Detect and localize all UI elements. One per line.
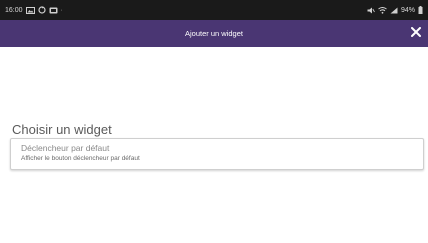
status-time: 16:00 [5, 6, 23, 14]
status-bar-left: 16:00 · [5, 6, 63, 14]
widget-description: Afficher le bouton déclencheur par défau… [21, 155, 140, 162]
status-dot: · [60, 6, 63, 14]
title-bar: Ajouter un widget [0, 20, 428, 47]
mute-icon [367, 7, 375, 14]
wifi-icon [378, 6, 387, 14]
page-title: Ajouter un widget [185, 29, 243, 38]
notification-icon [49, 7, 58, 14]
status-bar-right: 94% [367, 6, 423, 14]
close-icon [411, 27, 421, 37]
recycle-icon [37, 6, 46, 14]
section-title: Choisir un widget [12, 122, 112, 137]
battery-icon [418, 6, 423, 14]
signal-icon [390, 7, 398, 14]
widget-title: Déclencheur par défaut [21, 143, 110, 153]
status-bar: 16:00 · 94% [0, 0, 428, 20]
battery-percent: 94% [400, 6, 415, 14]
widget-item-default-trigger[interactable]: Déclencheur par défaut Afficher le bouto… [10, 138, 424, 170]
gallery-icon [25, 6, 35, 14]
close-button[interactable] [409, 25, 423, 39]
